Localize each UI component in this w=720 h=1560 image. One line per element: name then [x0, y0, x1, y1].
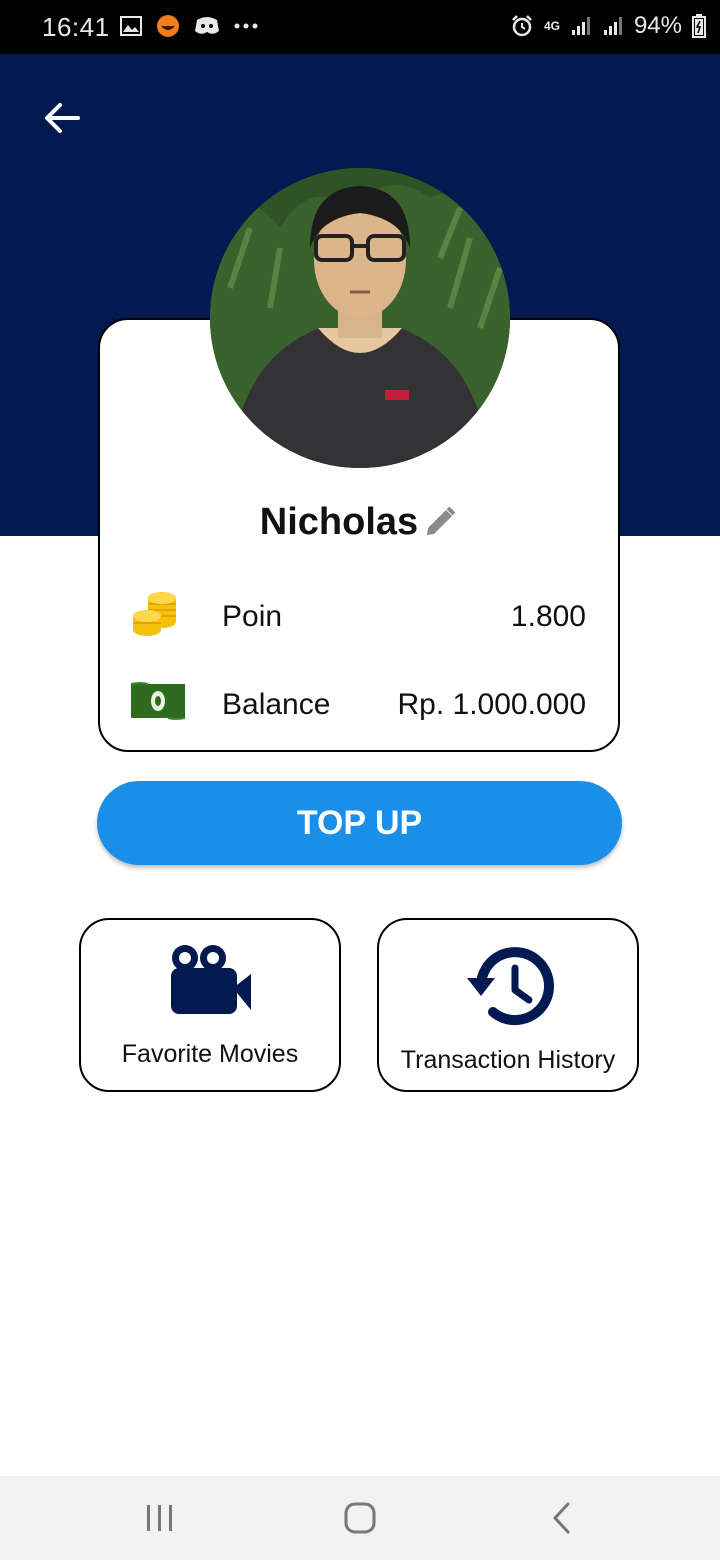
back-icon[interactable]: [550, 1501, 574, 1535]
alarm-icon: [512, 15, 532, 37]
recent-apps-icon[interactable]: [144, 1503, 176, 1533]
more-dots-icon: [234, 23, 258, 29]
arrow-back-icon: [45, 103, 80, 133]
favorite-movies-label: Favorite Movies: [121, 1040, 299, 1068]
discord-icon: [195, 17, 219, 34]
points-label: Poin: [222, 600, 283, 633]
transaction-history-tile[interactable]: Transaction History: [377, 918, 639, 1092]
status-bar: 16:41 4G 94%: [0, 0, 720, 54]
balance-value: Rp. 1.000.000: [397, 688, 586, 721]
points-row: Poin 1.800: [98, 588, 620, 648]
history-icon: [467, 947, 554, 1026]
signal-icon: [571, 17, 590, 35]
battery-percentage: 94%: [633, 12, 682, 39]
pencil-icon[interactable]: [422, 504, 458, 540]
image-icon: [120, 16, 142, 36]
balance-label: Balance: [222, 688, 331, 721]
transaction-history-label: Transaction History: [400, 1046, 616, 1074]
avatar[interactable]: [210, 168, 510, 468]
points-value: 1.800: [510, 600, 586, 633]
favorite-movies-tile[interactable]: Favorite Movies: [79, 918, 341, 1092]
home-icon[interactable]: [343, 1501, 377, 1535]
network-type-label: 4G: [543, 19, 560, 33]
balance-row: Balance Rp. 1.000.000: [98, 676, 620, 736]
banknote-icon: [130, 682, 186, 720]
top-up-button[interactable]: TOP UP: [97, 781, 622, 865]
profile-name-row: Nicholas: [98, 494, 620, 550]
signal-icon: [603, 17, 622, 35]
system-nav-bar: [0, 1476, 720, 1560]
app-notification-icon: [157, 15, 179, 37]
status-time: 16:41: [42, 12, 110, 42]
movie-camera-icon: [171, 945, 251, 1014]
status-system-icons: 4G 94%: [510, 12, 706, 40]
back-button[interactable]: [38, 94, 86, 142]
status-notification-icons: [120, 14, 258, 38]
profile-name: Nicholas: [259, 500, 419, 543]
avatar-photo: [210, 168, 510, 468]
coins-icon: [133, 592, 176, 636]
battery-icon: [692, 14, 706, 38]
